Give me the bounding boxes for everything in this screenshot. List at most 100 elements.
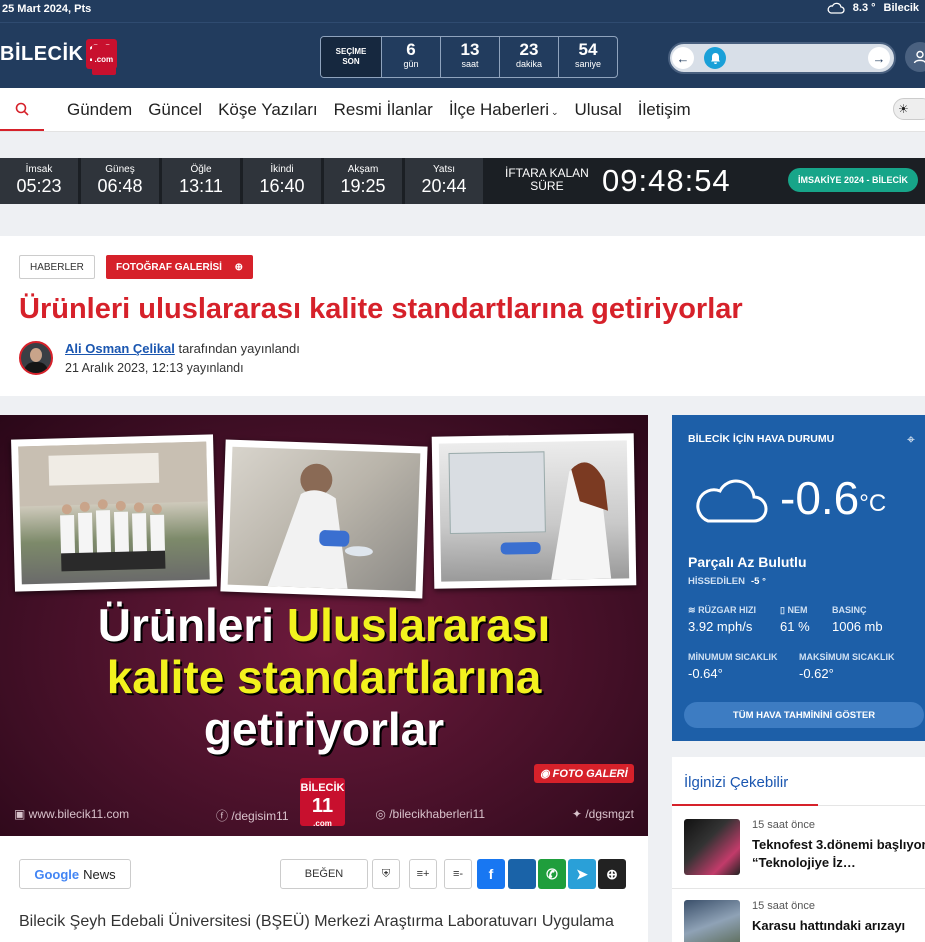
plus-circle-icon: ⊕ bbox=[234, 261, 243, 273]
humidity-icon: ▯ bbox=[780, 605, 785, 615]
foto-galeri-badge: ◉ FOTO GALERİ bbox=[534, 764, 634, 783]
min-temp-value: -0.64° bbox=[688, 666, 723, 681]
next-arrow-icon[interactable]: → bbox=[868, 47, 890, 69]
countdown-days: 6 gün bbox=[381, 37, 440, 77]
twitter-icon-text: ✦ /dgsmgzt bbox=[571, 807, 634, 821]
weather-header: BİLECİK İÇİN HAVA DURUMU bbox=[688, 433, 835, 445]
full-forecast-button[interactable]: TÜM HAVA TAHMİNİNİ GÖSTER bbox=[684, 702, 924, 728]
logo-badge: 11 .com bbox=[85, 39, 117, 75]
share-bar: Google News BEĞEN ⛨ ≡+ ≡- f ✆ ➤ ⊕ Bileci… bbox=[0, 836, 648, 942]
current-date: 25 Mart 2024, Pts bbox=[2, 3, 92, 15]
nav-list: Gündem Güncel Köşe Yazıları Resmi İlanla… bbox=[67, 100, 691, 120]
user-icon[interactable] bbox=[905, 42, 925, 72]
related-thumb bbox=[684, 819, 740, 875]
theme-toggle[interactable]: ☀ bbox=[893, 98, 925, 120]
author-avatar[interactable] bbox=[19, 341, 53, 375]
main-nav: Gündem Güncel Köşe Yazıları Resmi İlanla… bbox=[0, 88, 925, 132]
related-item[interactable]: 15 saat önce Karasu hattındaki arızayı bbox=[684, 900, 924, 942]
search-icon[interactable] bbox=[0, 88, 44, 131]
font-increase-icon[interactable]: ≡+ bbox=[409, 859, 437, 889]
prayer-yatsi: Yatsı 20:44 bbox=[405, 158, 483, 204]
like-button[interactable]: BEĞEN bbox=[280, 859, 368, 889]
prayer-ogle: Öğle 13:11 bbox=[162, 158, 240, 204]
location-icon[interactable]: ⌖ bbox=[907, 431, 915, 448]
related-widget: İlginizi Çekebilir 15 saat önce Teknofes… bbox=[672, 757, 925, 942]
countdown-hours: 13 saat bbox=[440, 37, 499, 77]
prayer-imsak: İmsak 05:23 bbox=[0, 158, 78, 204]
author-line: Ali Osman Çelikal tarafından yayınlandı bbox=[65, 341, 300, 356]
instagram-icon-text: ◎ /bilecikhaberleri11 bbox=[375, 807, 486, 821]
nav-item-ulusal[interactable]: Ulusal bbox=[575, 100, 622, 120]
prev-arrow-icon[interactable]: ← bbox=[672, 47, 694, 69]
site-logo[interactable]: BİLECİK 11 .com bbox=[0, 39, 117, 75]
whatsapp-icon[interactable]: ✆ bbox=[538, 859, 566, 889]
prayer-gunes: Güneş 06:48 bbox=[81, 158, 159, 204]
publish-date: 21 Aralık 2023, 12:13 yayınlandı bbox=[65, 361, 244, 375]
weather-mini[interactable]: 8.3 ° Bilecik bbox=[827, 2, 919, 14]
feels-like: HİSSEDİLEN -5 ° bbox=[688, 576, 766, 587]
min-temp-label: MİNUMUM SICAKLIK bbox=[688, 652, 778, 662]
related-heading: İlginizi Çekebilir bbox=[684, 774, 789, 791]
cloud-icon bbox=[827, 2, 845, 14]
google-logo: Google bbox=[34, 866, 80, 882]
hero-image[interactable]: Ürünleri Uluslararası kalite standartlar… bbox=[0, 415, 648, 836]
prayer-times-bar: İmsak 05:23 Güneş 06:48 Öğle 13:11 İkindi 16… bbox=[0, 158, 925, 204]
hero-headline-3: getiriyorlar bbox=[203, 703, 445, 755]
facebook-icon[interactable]: f bbox=[477, 859, 505, 889]
chevron-down-icon: ⌄ bbox=[550, 107, 559, 117]
weather-temp: -0.6°C bbox=[780, 472, 887, 524]
google-news-button[interactable]: Google News bbox=[19, 859, 131, 889]
font-decrease-icon[interactable]: ≡- bbox=[444, 859, 472, 889]
nav-item-guncel[interactable]: Güncel bbox=[148, 100, 202, 120]
prayer-ikindi: İkindi 16:40 bbox=[243, 158, 321, 204]
wind-value: 3.92 mph/s bbox=[688, 619, 753, 634]
author-suffix: tarafından yayınlandı bbox=[178, 341, 300, 356]
sun-icon: ☀ bbox=[898, 102, 909, 116]
photo-group bbox=[11, 434, 217, 592]
www-icon-text: ▣ www.bilecik11.com bbox=[14, 807, 130, 821]
wind-label: ≋ RÜZGAR HIZI bbox=[688, 605, 757, 615]
author-link[interactable]: Ali Osman Çelikal bbox=[65, 341, 175, 356]
mini-city: Bilecik bbox=[883, 2, 919, 14]
article-title: Ürünleri uluslararası kalite standartlar… bbox=[19, 293, 743, 325]
logo-suffix: .com bbox=[91, 45, 117, 75]
weather-condition: Parçalı Az Bulutlu bbox=[688, 554, 807, 570]
site-header: BİLECİK 11 .com SEÇİMESON 6gün 13saat 23… bbox=[0, 22, 925, 88]
max-temp-value: -0.62° bbox=[799, 666, 834, 681]
countdown-label: SEÇİME SON bbox=[321, 37, 381, 77]
humidity-value: 61 % bbox=[780, 619, 810, 634]
category-tag[interactable]: HABERLER bbox=[19, 255, 95, 279]
pressure-label: BASINÇ bbox=[832, 605, 867, 615]
related-item[interactable]: 15 saat önce Teknofest 3.dönemi başlıyor… bbox=[684, 819, 925, 889]
camera-icon: ◉ bbox=[540, 768, 550, 780]
more-share-icon[interactable]: ⊕ bbox=[598, 859, 626, 889]
facebook-icon-text: ⓕ /degisim11 bbox=[216, 809, 289, 823]
hero-headline-1: Ürünleri Uluslararası bbox=[97, 599, 551, 651]
nav-item-gundem[interactable]: Gündem bbox=[67, 100, 132, 120]
nav-item-resmi-ilanlar[interactable]: Resmi İlanlar bbox=[334, 100, 433, 120]
bell-icon[interactable] bbox=[704, 47, 726, 69]
nav-item-ilce-haberleri[interactable]: İlçe Haberleri ⌄ bbox=[449, 100, 559, 120]
hero-footer: ▣ www.bilecik11.com ⓕ /degisim11 ◎ /bile… bbox=[14, 807, 634, 824]
wind-icon: ≋ bbox=[688, 605, 696, 615]
countdown-seconds: 54 saniye bbox=[558, 37, 617, 77]
article-lead: Bilecik Şeyh Edebali Üniversitesi (BŞEÜ)… bbox=[19, 913, 614, 930]
related-thumb bbox=[684, 900, 740, 942]
logo-word: BİLECİK bbox=[0, 42, 84, 65]
countdown-minutes: 23 dakika bbox=[499, 37, 558, 77]
linkedin-icon[interactable] bbox=[508, 859, 536, 889]
max-temp-label: MAKSİMUM SICAKLIK bbox=[799, 652, 895, 662]
telegram-icon[interactable]: ➤ bbox=[568, 859, 596, 889]
nav-item-iletisim[interactable]: İletişim bbox=[638, 100, 691, 120]
prayer-aksam: Akşam 19:25 bbox=[324, 158, 402, 204]
photo-researcher bbox=[220, 439, 428, 599]
iftar-label: İFTARA KALAN SÜRE bbox=[505, 166, 589, 193]
mini-temp: 8.3 ° bbox=[852, 2, 876, 14]
top-bar: 25 Mart 2024, Pts 8.3 ° Bilecik bbox=[0, 0, 925, 22]
photo-lab bbox=[431, 433, 637, 589]
shield-icon[interactable]: ⛨ bbox=[372, 859, 400, 889]
weather-widget: BİLECİK İÇİN HAVA DURUMU ⌖ -0.6°C Parçal… bbox=[672, 415, 925, 741]
imsakiye-button[interactable]: İMSAKİYE 2024 - BİLECİK bbox=[788, 168, 919, 192]
nav-item-kose-yazilari[interactable]: Köşe Yazıları bbox=[218, 100, 318, 120]
gallery-tag[interactable]: FOTOĞRAF GALERİSİ ⊕ bbox=[106, 255, 253, 279]
